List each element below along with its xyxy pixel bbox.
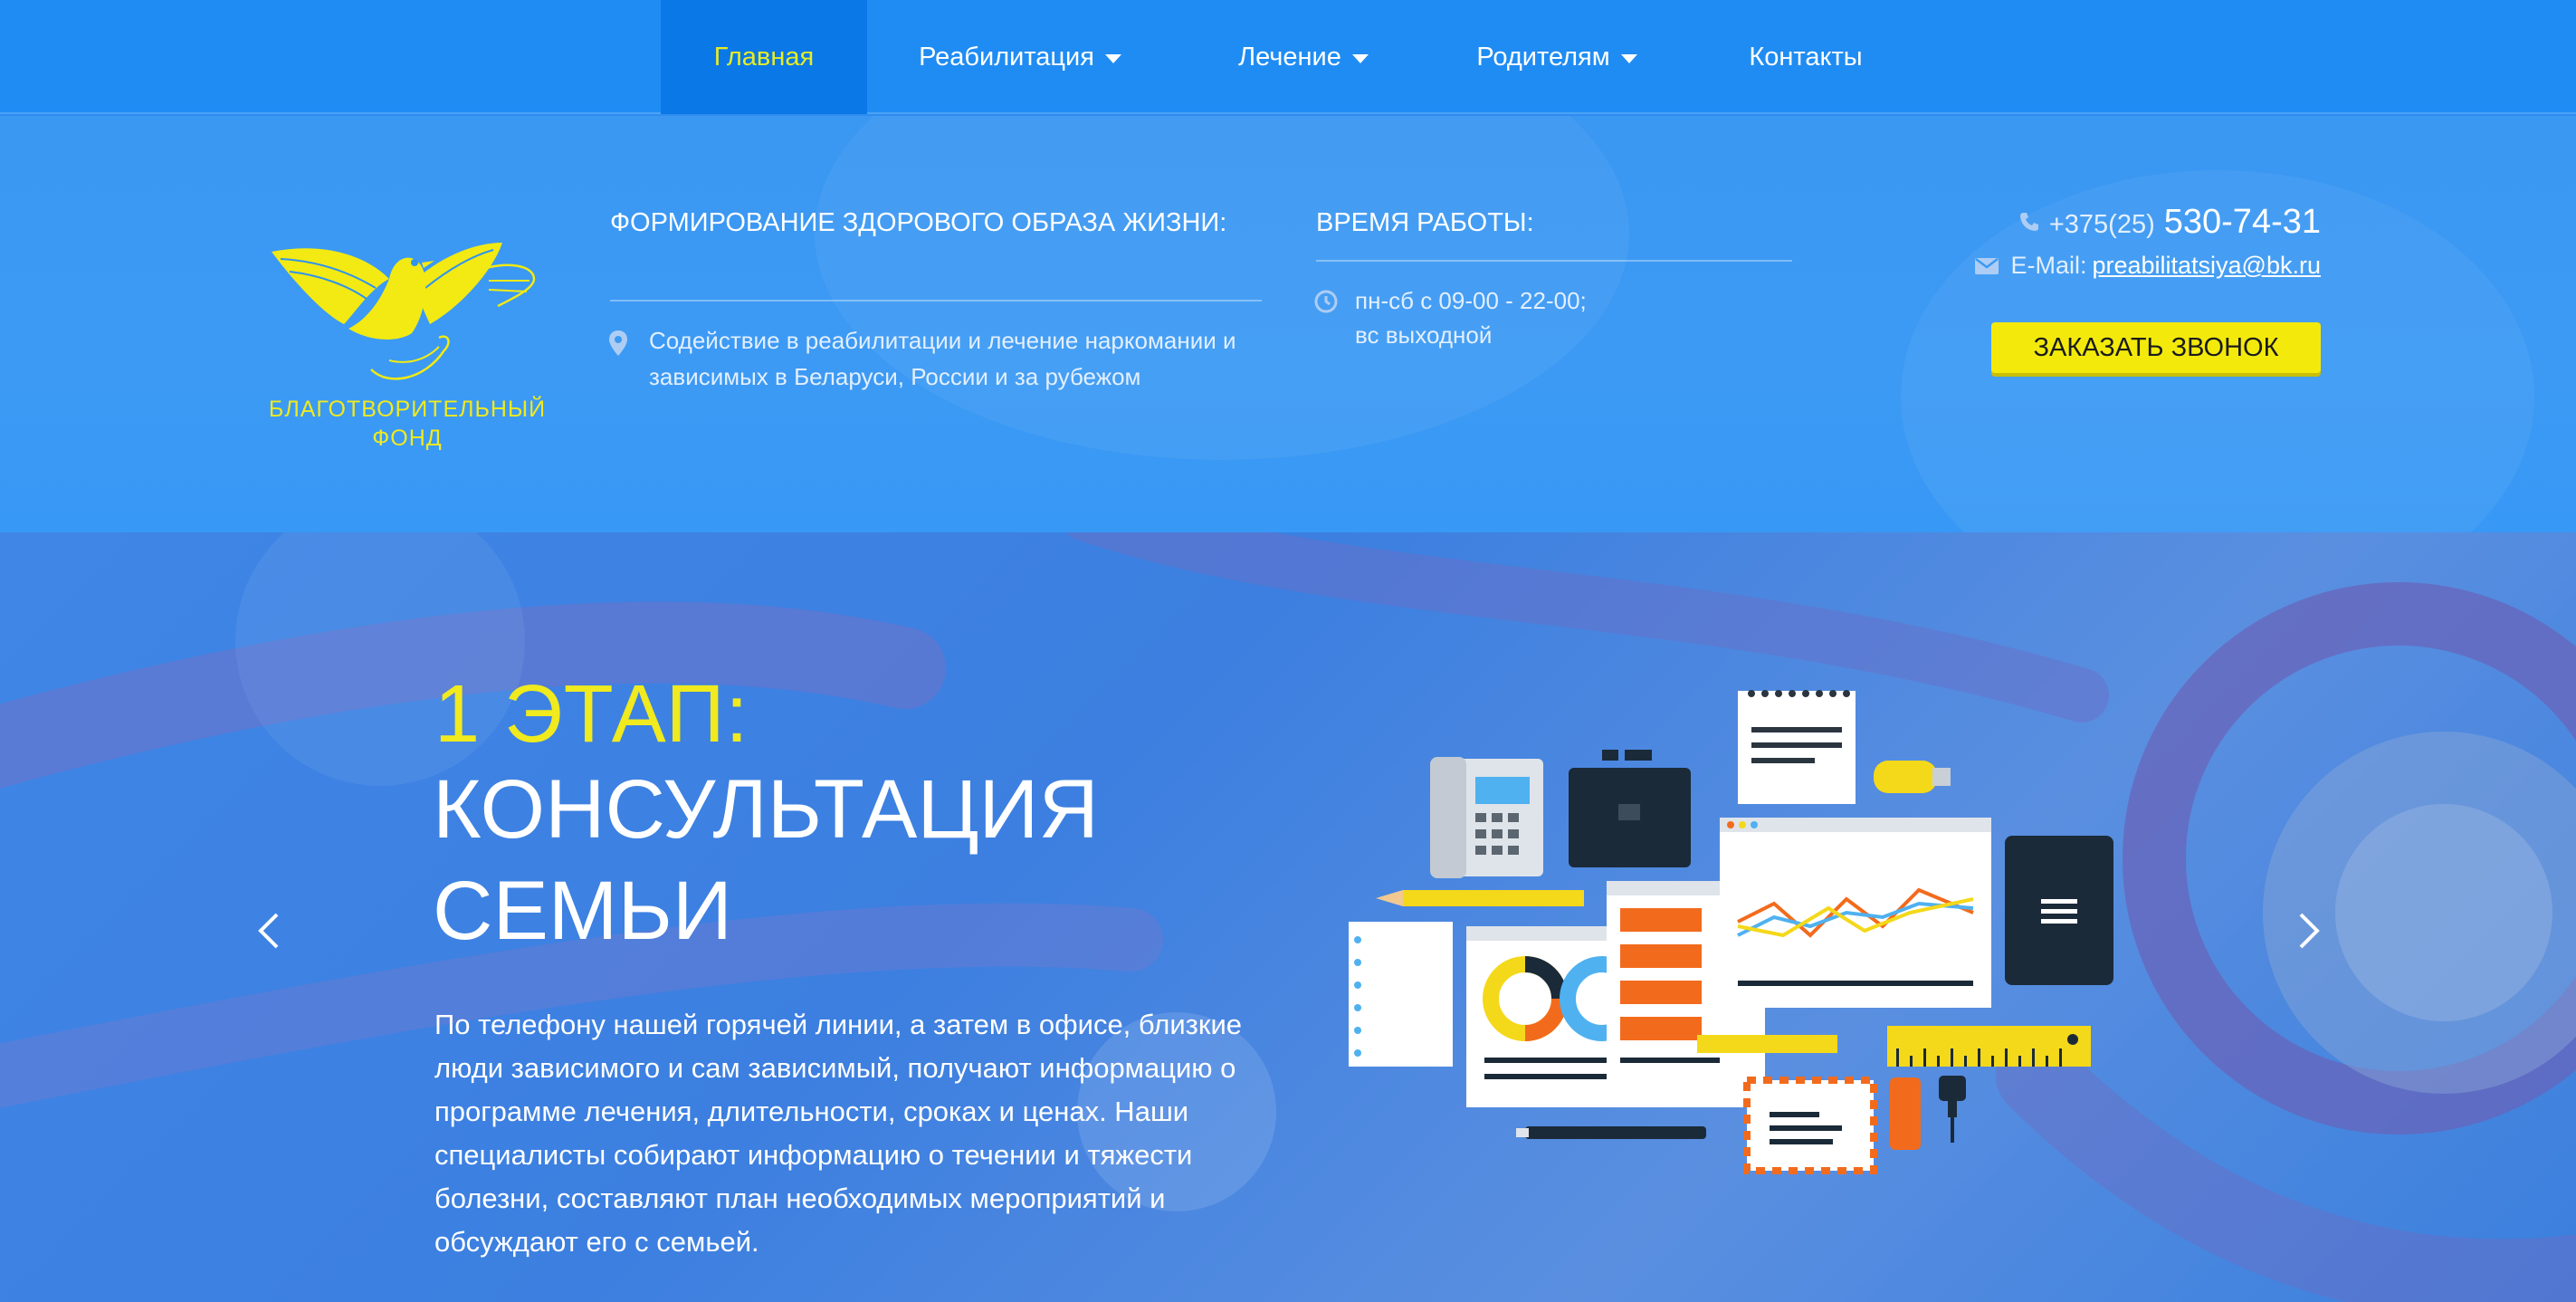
main-nav: Главная Реабилитация Лечение Родителям К…: [0, 0, 2576, 114]
logo-text: ФОНД: [372, 426, 443, 451]
line-chart-icon: [1720, 818, 1991, 1008]
desk-phone-icon: [1430, 757, 1543, 878]
nav-item-rehabilitation[interactable]: Реабилитация: [894, 0, 1146, 114]
chevron-down-icon: [1620, 54, 1637, 63]
callback-button[interactable]: ЗАКАЗАТЬ ЗВОНОК: [1991, 322, 2321, 373]
phone-row[interactable]: +375(25) 530-74-31: [2018, 203, 2321, 242]
clock-icon: [1314, 290, 1338, 313]
label-strip: [1697, 1035, 1837, 1053]
logo-text: БЛАГОТВОРИТЕЛЬНЫЙ: [268, 397, 547, 422]
stethoscope-background: [0, 532, 2576, 1302]
nav-item-label: Реабилитация: [919, 42, 1094, 72]
pen-icon: [1516, 1126, 1706, 1139]
pencil-icon: [1376, 890, 1584, 906]
chevron-left-icon[interactable]: [243, 904, 297, 958]
tablet-icon: [2005, 836, 2113, 985]
divider: [1316, 260, 1792, 262]
phone-number: 530-74-31: [2163, 203, 2321, 241]
email-link[interactable]: preabilitatsiya@bk.ru: [2092, 252, 2321, 280]
nav-item-label: Главная: [713, 42, 815, 72]
chevron-down-icon: [1351, 54, 1369, 63]
phone-code: +375(25): [2048, 210, 2155, 239]
mission-title: ФОРМИРОВАНИЕ ЗДОРОВОГО ОБРАЗА ЖИЗНИ:: [610, 208, 1227, 237]
envelope-icon: [1975, 257, 1999, 274]
hours-line-2: вс выходной: [1355, 321, 1493, 349]
hours-line-1: пн-сб с 09-00 - 22-00;: [1355, 287, 1587, 314]
marker-icon: [1890, 1077, 1921, 1150]
nav-item-treatment[interactable]: Лечение: [1213, 0, 1394, 114]
site-header: БЛАГОТВОРИТЕЛЬНЫЙ ФОНД ФОРМИРОВАНИЕ ЗДОР…: [0, 116, 2576, 532]
nav-item-label: Лечение: [1238, 42, 1341, 72]
nav-item-parents[interactable]: Родителям: [1448, 0, 1665, 114]
chevron-down-icon: [1104, 54, 1121, 63]
slide-title-line: КОНСУЛЬТАЦИЯ: [433, 763, 1099, 856]
dove-hands-logo-icon: [272, 243, 536, 380]
notepad-icon: [1738, 690, 1856, 804]
stage-label: 1 ЭТАП:: [434, 669, 749, 760]
usb-drive-icon: [1874, 761, 1951, 793]
nav-item-label: Родителям: [1476, 42, 1610, 72]
map-pin-icon: [609, 330, 627, 356]
email-label: E-Mail:: [2010, 252, 2087, 279]
divider: [610, 300, 1262, 302]
mission-text: Содействие в реабилитации и лечение нарк…: [649, 327, 1236, 390]
nav-item-label: Контакты: [1749, 42, 1863, 72]
pushpin-icon: [1939, 1076, 1966, 1143]
slide-title: КОНСУЛЬТАЦИЯ СЕМЬИ: [433, 759, 1099, 962]
hours-title: ВРЕМЯ РАБОТЫ:: [1316, 208, 1534, 237]
slide-title-line: СЕМЬИ: [433, 865, 732, 957]
phone-icon: [2019, 213, 2038, 231]
document-icon: [1349, 922, 1453, 1067]
nav-item-home[interactable]: Главная: [661, 0, 867, 114]
office-illustration: [1349, 690, 2113, 1174]
chevron-right-icon[interactable]: [2281, 904, 2335, 958]
email-row: E-Mail: preabilitatsiya@bk.ru: [1974, 252, 2321, 280]
slide-description: По телефону нашей горячей линии, а затем…: [434, 1009, 1243, 1258]
stamp-envelope-icon: [1743, 1077, 1877, 1174]
logo[interactable]: БЛАГОТВОРИТЕЛЬНЫЙ ФОНД: [262, 215, 552, 451]
nav-item-contacts[interactable]: Контакты: [1720, 0, 1892, 114]
ruler-icon: [1887, 1026, 2091, 1067]
hero-slider: 1 ЭТАП: КОНСУЛЬТАЦИЯ СЕМЬИ По телефону н…: [0, 532, 2576, 1302]
briefcase-icon: [1569, 750, 1691, 867]
